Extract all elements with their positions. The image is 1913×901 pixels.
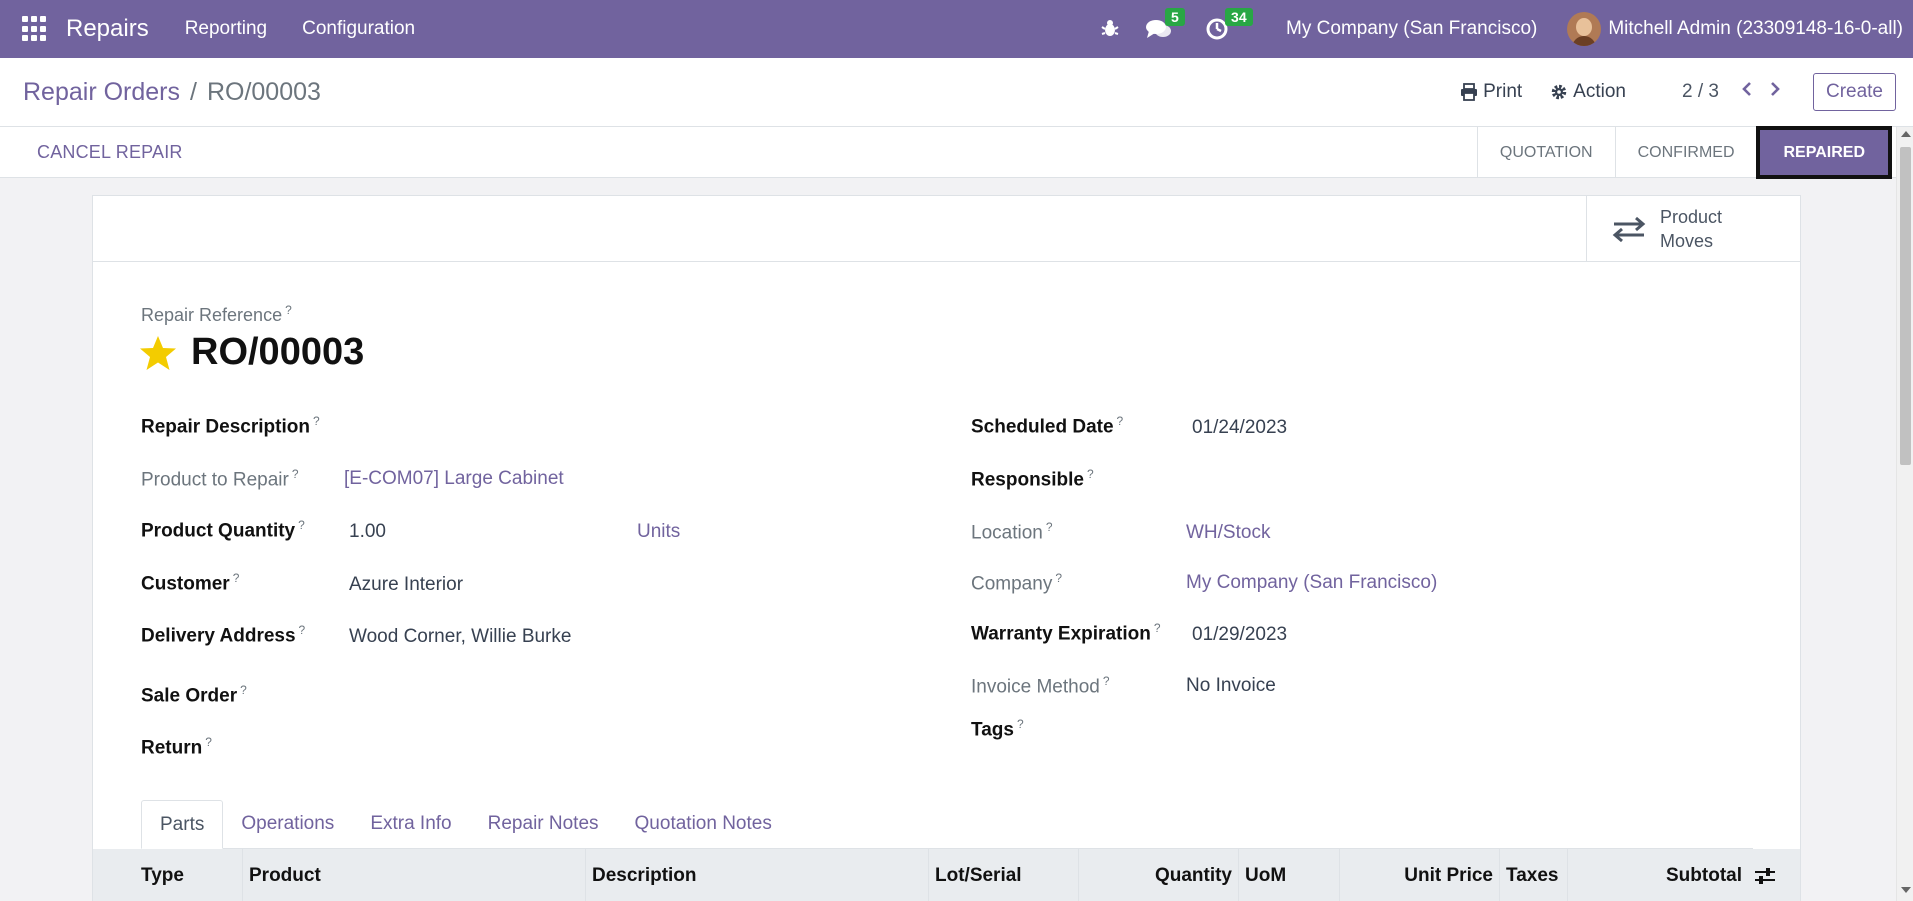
sale-order-label: Sale Order? — [141, 683, 247, 707]
product-quantity-label: Product Quantity? — [141, 518, 305, 542]
repair-description-label: Repair Description? — [141, 414, 320, 438]
invoice-method-label: Invoice Method? — [971, 674, 1110, 698]
column-taxes[interactable]: Taxes — [1500, 849, 1568, 901]
column-product[interactable]: Product — [243, 849, 586, 901]
app-name[interactable]: Repairs — [66, 15, 149, 43]
return-label: Return? — [141, 735, 212, 759]
cancel-repair-button[interactable]: CANCEL REPAIR — [37, 142, 183, 163]
customer-field[interactable]: Azure Interior — [349, 574, 463, 596]
stage-confirmed[interactable]: CONFIRMED — [1614, 127, 1757, 178]
warranty-expiration-field[interactable]: 01/29/2023 — [1192, 624, 1287, 646]
tab-operations[interactable]: Operations — [223, 800, 352, 848]
column-type[interactable]: Type — [93, 849, 243, 901]
breadcrumb: Repair Orders / RO/00003 — [23, 78, 321, 107]
responsible-label: Responsible? — [971, 467, 1094, 491]
scheduled-date-label: Scheduled Date? — [971, 414, 1124, 438]
record-title[interactable]: RO/00003 — [191, 331, 364, 374]
column-description[interactable]: Description — [586, 849, 929, 901]
column-quantity[interactable]: Quantity — [1079, 849, 1239, 901]
stage-quotation[interactable]: QUOTATION — [1476, 127, 1615, 178]
user-avatar[interactable] — [1567, 12, 1602, 46]
tab-parts[interactable]: Parts — [141, 800, 224, 849]
breadcrumb-separator: / — [190, 78, 197, 106]
column-unit-price[interactable]: Unit Price — [1340, 849, 1500, 901]
product-moves-line2: Moves — [1660, 230, 1714, 251]
apps-menu-icon[interactable] — [22, 16, 48, 42]
messages-icon[interactable]: 5 — [1146, 8, 1185, 40]
customer-label: Customer? — [141, 571, 240, 595]
scroll-down-arrow-icon[interactable] — [1901, 887, 1911, 893]
pager-next-icon[interactable] — [1769, 81, 1781, 103]
print-button[interactable]: Print — [1460, 81, 1522, 103]
tags-label: Tags? — [971, 717, 1024, 741]
optional-columns-icon[interactable] — [1754, 867, 1776, 885]
form-sheet: Product Moves Repair Reference? RO/00003… — [92, 195, 1801, 901]
status-bar: CANCEL REPAIR QUOTATION CONFIRMED REPAIR… — [0, 126, 1913, 179]
location-field[interactable]: WH/Stock — [1186, 522, 1270, 544]
product-to-repair-field[interactable]: [E-COM07] Large Cabinet — [344, 468, 564, 490]
scheduled-date-field[interactable]: 01/24/2023 — [1192, 417, 1287, 439]
repair-reference-label: Repair Reference? — [141, 303, 292, 325]
delivery-address-label: Delivery Address? — [141, 623, 306, 647]
product-moves-button[interactable]: Product Moves — [1586, 196, 1800, 261]
pager-value[interactable]: 2 / 3 — [1682, 81, 1719, 103]
top-navbar: Repairs Reporting Configuration 5 34 My … — [0, 0, 1913, 58]
control-panel: Repair Orders / RO/00003 Print Action 2 … — [0, 58, 1913, 127]
stage-pipeline: QUOTATION CONFIRMED REPAIRED — [1476, 126, 1892, 179]
messages-badge: 5 — [1165, 8, 1185, 26]
star-favorite-icon[interactable] — [139, 335, 177, 371]
column-lot-serial[interactable]: Lot/Serial — [929, 849, 1079, 901]
page-scrollbar[interactable] — [1896, 127, 1913, 901]
activities-clock-icon[interactable]: 34 — [1206, 8, 1253, 40]
product-quantity-field[interactable]: 1.00 — [349, 521, 386, 543]
product-moves-line1: Product — [1660, 206, 1723, 227]
control-buttons: Print Action 2 / 3 Create — [1460, 73, 1896, 111]
warranty-expiration-label: Warranty Expiration? — [971, 621, 1161, 645]
scrollbar-thumb[interactable] — [1900, 147, 1911, 465]
notebook-tabs: Parts Operations Extra Info Repair Notes… — [141, 800, 1753, 849]
tab-quotation-notes[interactable]: Quotation Notes — [617, 800, 790, 848]
company-switcher[interactable]: My Company (San Francisco) — [1286, 18, 1537, 40]
company-label: Company? — [971, 571, 1063, 595]
breadcrumb-repair-orders[interactable]: Repair Orders — [23, 78, 180, 107]
gear-icon — [1551, 84, 1567, 100]
smart-button-box: Product Moves — [93, 196, 1800, 262]
debug-bug-icon[interactable] — [1100, 19, 1120, 39]
title-row: RO/00003 — [139, 331, 364, 374]
transfer-arrows-icon — [1612, 216, 1646, 242]
print-label: Print — [1483, 81, 1523, 102]
column-subtotal[interactable]: Subtotal — [1568, 849, 1748, 901]
parts-table-header: Type Product Description Lot/Serial Quan… — [93, 849, 1800, 901]
tab-repair-notes[interactable]: Repair Notes — [470, 800, 617, 848]
create-button[interactable]: Create — [1812, 73, 1896, 111]
action-label: Action — [1573, 81, 1626, 102]
product-moves-label: Product Moves — [1660, 205, 1740, 253]
delivery-address-field[interactable]: Wood Corner, Willie Burke — [349, 626, 571, 648]
tab-extra-info[interactable]: Extra Info — [352, 800, 469, 848]
activities-badge: 34 — [1225, 8, 1253, 26]
pager-previous-icon[interactable] — [1741, 81, 1753, 103]
navbar-systray: 5 34 My Company (San Francisco) Mitchell… — [1100, 0, 1903, 58]
scroll-up-arrow-icon[interactable] — [1901, 131, 1911, 137]
company-field[interactable]: My Company (San Francisco) — [1186, 572, 1437, 594]
column-uom[interactable]: UoM — [1239, 849, 1340, 901]
stage-repaired[interactable]: REPAIRED — [1755, 126, 1892, 179]
invoice-method-field[interactable]: No Invoice — [1186, 675, 1276, 697]
breadcrumb-current: RO/00003 — [206, 78, 321, 106]
user-menu[interactable]: Mitchell Admin (23309148-16-0-all) — [1608, 18, 1903, 40]
menu-configuration[interactable]: Configuration — [302, 18, 415, 40]
print-icon — [1461, 83, 1478, 101]
menu-reporting[interactable]: Reporting — [185, 18, 267, 40]
product-to-repair-label: Product to Repair? — [141, 467, 299, 491]
location-label: Location? — [971, 520, 1053, 544]
product-uom-field[interactable]: Units — [637, 521, 680, 543]
action-button[interactable]: Action — [1550, 81, 1626, 103]
